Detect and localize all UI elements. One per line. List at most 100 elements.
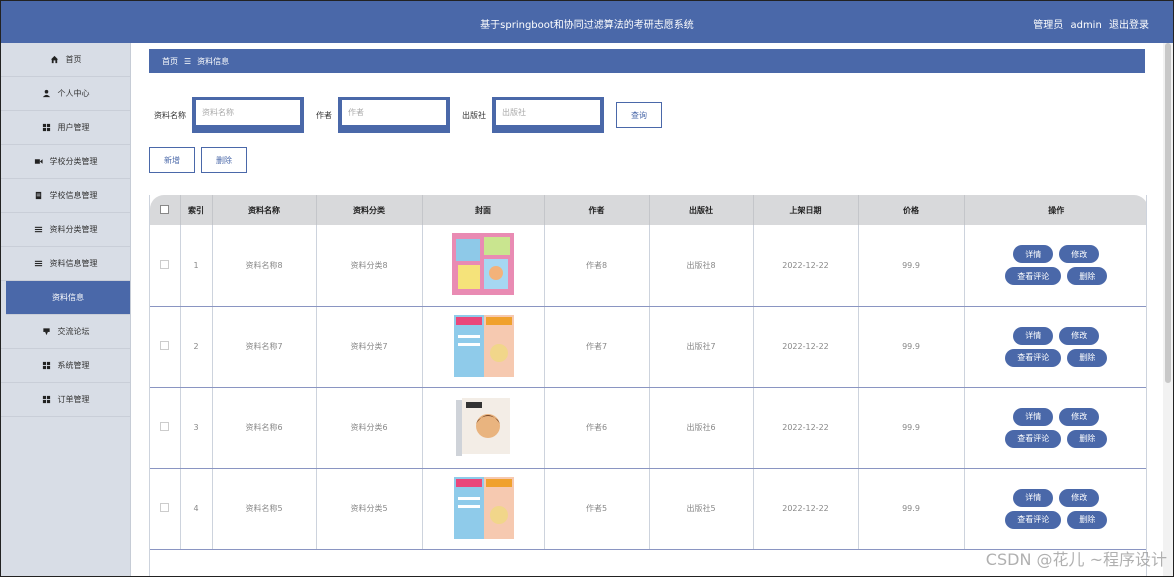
date-cell: 2022-12-22 [753,468,859,550]
view-comments-button[interactable]: 查看评论 [1005,429,1062,448]
row-delete-button[interactable]: 删除 [1067,429,1108,448]
cover-cell [422,306,545,388]
select-cell [150,306,181,388]
scrollbar-thumb[interactable] [1165,43,1171,383]
sidebar-item[interactable]: 学校分类管理 [1,145,130,179]
price-cell: 99.9 [858,225,965,307]
column-header: 价格 [858,195,965,225]
breadcrumb-separator-icon: ☰ [184,56,192,66]
publisher-cell: 出版社8 [649,225,754,307]
row-delete-button[interactable]: 删除 [1067,510,1108,529]
author-field-wrap [338,97,450,133]
select-all-checkbox[interactable] [160,204,170,214]
row-checkbox[interactable] [160,422,170,431]
table-row: 2 资料名称7 资料分类7 作者7 出版社7 2022-12-22 99.9 详情 修改 查看评论… [150,306,1146,388]
sidebar-item[interactable]: 系统管理 [1,349,130,383]
row-checkbox[interactable] [160,259,170,269]
add-button[interactable]: 新增 [149,147,195,173]
user-icon [42,89,52,99]
sidebar-item-label: 资料信息 [52,293,84,302]
column-header: 资料分类 [316,195,423,225]
data-table-wrap: 索引 资料名称 资料分类 封面 作者 出版社 上架日期 价格 操作 1 资料名称8… [149,195,1147,576]
list-icon [34,259,44,269]
column-header: 上架日期 [753,195,859,225]
detail-button[interactable]: 详情 [1013,488,1054,507]
author-input[interactable] [342,100,446,125]
price-cell: 99.9 [858,468,965,550]
sidebar-item[interactable]: 资料信息 [6,281,130,315]
detail-button[interactable]: 详情 [1013,407,1054,426]
publisher-input[interactable] [496,100,600,125]
detail-button[interactable]: 详情 [1013,245,1054,264]
breadcrumb-home[interactable]: 首页 [162,56,178,67]
sidebar-item-label: 学校分类管理 [49,157,98,166]
edit-button[interactable]: 修改 [1059,488,1100,507]
name-cell: 资料名称7 [212,306,317,388]
sidebar-item[interactable]: 资料分类管理 [1,213,130,247]
view-comments-button[interactable]: 查看评论 [1005,510,1062,529]
row-checkbox[interactable] [160,503,170,512]
date-cell: 2022-12-22 [753,225,859,307]
page-scrollbar[interactable] [1163,43,1173,576]
name-cell: 资料名称8 [212,225,317,307]
sidebar-item[interactable]: 个人中心 [1,77,130,111]
grid-icon [42,395,52,405]
edit-button[interactable]: 修改 [1059,326,1100,345]
row-delete-button[interactable]: 删除 [1067,267,1108,286]
actions-cell: 详情 修改查看评论 删除 [964,225,1146,307]
row-checkbox[interactable] [160,341,170,350]
sidebar-item-label: 用户管理 [57,123,90,132]
select-all-cell [150,195,181,225]
view-comments-button[interactable]: 查看评论 [1005,348,1062,367]
cover-image [452,395,514,460]
publisher-cell: 出版社7 [649,306,754,388]
index-cell: 3 [180,387,213,469]
index-cell: 2 [180,306,213,388]
query-button[interactable]: 查询 [616,102,662,128]
author-cell: 作者7 [544,306,650,388]
list-icon [34,225,44,235]
detail-button[interactable]: 详情 [1013,326,1054,345]
action-bar: 新增 删除 [149,147,247,173]
cover-cell [422,225,545,307]
date-cell: 2022-12-22 [753,387,859,469]
sidebar-item-label: 资料信息管理 [49,259,98,268]
sidebar-item[interactable]: 用户管理 [1,111,130,145]
publisher-cell: 出版社5 [649,468,754,550]
name-input[interactable] [196,100,300,125]
logout-link[interactable]: 退出登录 [1109,20,1149,31]
row-delete-button[interactable]: 删除 [1067,348,1108,367]
grid-icon [42,361,52,371]
top-bar: 基于springboot和协同过滤算法的考研志愿系统 管理员 admin 退出登… [1,1,1173,43]
table-header-row: 索引 资料名称 资料分类 封面 作者 出版社 上架日期 价格 操作 [150,195,1146,225]
sidebar-item[interactable]: 交流论坛 [1,315,130,349]
sidebar-item[interactable]: 订单管理 [1,383,130,417]
sidebar-item[interactable]: 首页 [1,43,130,77]
category-cell: 资料分类8 [316,225,423,307]
cover-image [452,476,514,541]
table-row: 3 资料名称6 资料分类6 作者6 出版社6 2022-12-22 99.9 详情 修改 查看评论… [150,387,1146,469]
sidebar-item-label: 交流论坛 [57,327,90,336]
sidebar-item-label: 学校信息管理 [49,191,98,200]
sidebar-item-label: 系统管理 [57,361,90,370]
price-cell: 99.9 [858,306,965,388]
view-comments-button[interactable]: 查看评论 [1005,267,1062,286]
user-role: 管理员 [1033,20,1064,31]
batch-delete-button[interactable]: 删除 [201,147,247,173]
sidebar-item[interactable]: 学校信息管理 [1,179,130,213]
sidebar-item[interactable]: 资料信息管理 [1,247,130,281]
edit-button[interactable]: 修改 [1059,245,1100,264]
column-header: 资料名称 [212,195,317,225]
name-label: 资料名称 [154,110,186,120]
date-cell: 2022-12-22 [753,306,859,388]
cover-cell [422,387,545,469]
document-icon [34,191,44,201]
app-title: 基于springboot和协同过滤算法的考研志愿系统 [480,20,694,31]
author-cell: 作者8 [544,225,650,307]
user-area: 管理员 admin 退出登录 [1029,16,1149,31]
data-table: 索引 资料名称 资料分类 封面 作者 出版社 上架日期 价格 操作 1 资料名称8… [150,195,1146,550]
edit-button[interactable]: 修改 [1059,407,1100,426]
publisher-label: 出版社 [462,110,486,120]
category-cell: 资料分类6 [316,387,423,469]
column-header: 作者 [544,195,650,225]
